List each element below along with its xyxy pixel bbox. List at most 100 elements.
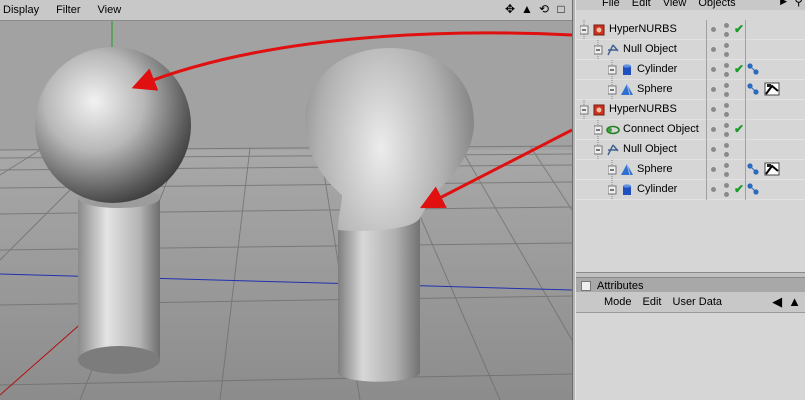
object-row[interactable]: HyperNURBS [576, 100, 805, 120]
object-name[interactable]: Sphere [637, 163, 672, 175]
object-row[interactable]: Cylinder ✔ [576, 180, 805, 200]
render-visibility-dot[interactable] [724, 172, 729, 177]
editor-visibility-dot[interactable] [711, 147, 716, 152]
render-visibility-dot[interactable] [724, 123, 729, 128]
object-tags [746, 82, 780, 99]
editor-visibility-dot[interactable] [711, 87, 716, 92]
render-visibility-dot[interactable] [724, 103, 729, 108]
viewport-menu-filter[interactable]: Filter [53, 4, 86, 16]
editor-visibility-dot[interactable] [711, 27, 716, 32]
render-visibility-dot[interactable] [724, 132, 729, 137]
search-icon[interactable]: ⚲ [794, 0, 803, 8]
camera-icon[interactable]: ▲ [520, 2, 534, 16]
object-name[interactable]: Cylinder [637, 63, 677, 75]
render-visibility-dot[interactable] [724, 192, 729, 197]
enabled-check-icon[interactable]: ✔ [734, 182, 744, 196]
visibility-flags[interactable]: ✔ [706, 20, 746, 40]
tree-expander-icon[interactable] [607, 80, 618, 100]
object-tags [746, 62, 760, 79]
visibility-flags[interactable] [706, 40, 746, 60]
visibility-flags[interactable]: ✔ [706, 60, 746, 80]
render-visibility-dot[interactable] [724, 83, 729, 88]
move-icon[interactable]: ✥ [503, 2, 517, 16]
enabled-check-icon[interactable]: ✔ [734, 22, 744, 36]
maximize-icon[interactable]: □ [554, 2, 568, 16]
render-visibility-dot[interactable] [724, 92, 729, 97]
editor-visibility-dot[interactable] [711, 187, 716, 192]
attributes-title: Attributes [597, 279, 644, 292]
object-row[interactable]: Sphere [576, 160, 805, 180]
object-row[interactable]: Connect Object ✔ [576, 120, 805, 140]
enabled-check-icon[interactable]: ✔ [734, 62, 744, 76]
object-name[interactable]: HyperNURBS [609, 23, 677, 35]
editor-visibility-dot[interactable] [711, 67, 716, 72]
object-name[interactable]: HyperNURBS [609, 103, 677, 115]
visibility-flags[interactable]: ✔ [706, 180, 746, 200]
viewport-scene[interactable] [0, 21, 572, 400]
attr-menu-user-data[interactable]: User Data [673, 296, 723, 308]
render-visibility-dot[interactable] [724, 63, 729, 68]
object-name[interactable]: Cylinder [637, 183, 677, 195]
tree-expander-icon[interactable] [579, 100, 590, 120]
render-visibility-dot[interactable] [724, 163, 729, 168]
om-menu-objects[interactable]: Objects [698, 0, 735, 9]
object-name[interactable]: Null Object [623, 143, 677, 155]
3d-viewport[interactable]: Display Filter View ✥ ▲ ⟲ □ [0, 0, 572, 400]
object-row[interactable]: Null Object [576, 40, 805, 60]
editor-visibility-dot[interactable] [711, 127, 716, 132]
object-name[interactable]: Null Object [623, 43, 677, 55]
viewport-menubar: Display Filter View ✥ ▲ ⟲ □ [0, 0, 572, 21]
render-visibility-dot[interactable] [724, 152, 729, 157]
up-arrow-icon[interactable]: ▲ [788, 294, 801, 310]
render-visibility-dot[interactable] [724, 23, 729, 28]
object-name[interactable]: Sphere [637, 83, 672, 95]
render-visibility-dot[interactable] [724, 43, 729, 48]
enabled-check-icon[interactable]: ✔ [734, 122, 744, 136]
tree-expander-icon[interactable] [593, 40, 604, 60]
object-tags [746, 182, 760, 199]
tree-expander-icon[interactable] [607, 60, 618, 80]
phong-tag-icon[interactable] [746, 182, 760, 199]
object-name[interactable]: Connect Object [623, 123, 699, 135]
texture-tag-icon[interactable] [764, 82, 780, 99]
viewport-tools: ✥ ▲ ⟲ □ [503, 2, 568, 16]
viewport-menu-display[interactable]: Display [0, 4, 45, 16]
tree-expander-icon[interactable] [593, 140, 604, 160]
visibility-flags[interactable] [706, 160, 746, 180]
texture-tag-icon[interactable] [764, 162, 780, 179]
visibility-flags[interactable] [706, 80, 746, 100]
render-visibility-dot[interactable] [724, 32, 729, 37]
render-visibility-dot[interactable] [724, 72, 729, 77]
attr-menu-edit[interactable]: Edit [643, 296, 662, 308]
viewport-menu-view[interactable]: View [95, 4, 128, 16]
editor-visibility-dot[interactable] [711, 107, 716, 112]
object-row[interactable]: Sphere [576, 80, 805, 100]
render-visibility-dot[interactable] [724, 52, 729, 57]
om-menu-file[interactable]: File [602, 0, 620, 9]
om-menu-more-icon[interactable]: ▶ [780, 0, 787, 7]
editor-visibility-dot[interactable] [711, 47, 716, 52]
back-arrow-icon[interactable]: ◀ [772, 294, 782, 310]
phong-tag-icon[interactable] [746, 162, 760, 179]
panel-box-icon [581, 280, 591, 291]
tree-expander-icon[interactable] [579, 20, 590, 40]
visibility-flags[interactable] [706, 100, 746, 120]
object-row[interactable]: HyperNURBS ✔ [576, 20, 805, 40]
om-menu-edit[interactable]: Edit [632, 0, 651, 9]
om-menu-view[interactable]: View [663, 0, 687, 9]
tree-expander-icon[interactable] [593, 120, 604, 140]
render-visibility-dot[interactable] [724, 183, 729, 188]
visibility-flags[interactable] [706, 140, 746, 160]
render-visibility-dot[interactable] [724, 112, 729, 117]
render-visibility-dot[interactable] [724, 143, 729, 148]
attr-menu-mode[interactable]: Mode [604, 296, 632, 308]
object-row[interactable]: Null Object [576, 140, 805, 160]
phong-tag-icon[interactable] [746, 82, 760, 99]
visibility-flags[interactable]: ✔ [706, 120, 746, 140]
phong-tag-icon[interactable] [746, 62, 760, 79]
tree-expander-icon[interactable] [607, 160, 618, 180]
object-row[interactable]: Cylinder ✔ [576, 60, 805, 80]
editor-visibility-dot[interactable] [711, 167, 716, 172]
rotate-icon[interactable]: ⟲ [537, 2, 551, 16]
tree-expander-icon[interactable] [607, 180, 618, 200]
